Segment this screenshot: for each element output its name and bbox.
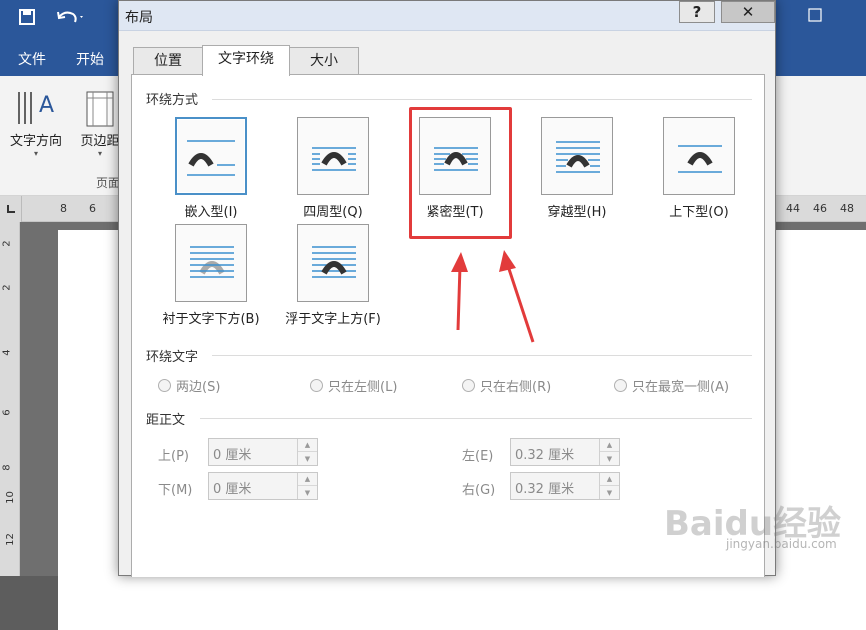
- distance-heading: 距正文: [146, 413, 186, 428]
- layout-dialog: 布局 ? ✕ 位置 文字环绕 大小 环绕方式 嵌入型(I) 四周型(Q) 紧密型…: [118, 0, 776, 577]
- distance-left-input[interactable]: 0.32 厘米 ▲ ▼: [510, 438, 620, 466]
- wrap-style-heading: 环绕方式: [146, 93, 199, 108]
- distance-top-label: 上(P): [158, 449, 189, 464]
- ruler-number: 10: [4, 491, 16, 504]
- wrap-option-label: 嵌入型(I): [184, 205, 238, 220]
- ruler-number: 8: [1, 464, 13, 471]
- distance-bottom-label: 下(M): [158, 483, 193, 498]
- radio-largest-only[interactable]: 只在最宽一侧(A): [614, 376, 729, 395]
- wrap-top-bottom-icon: [663, 117, 735, 195]
- wrap-option-label: 四周型(Q): [303, 205, 363, 220]
- tab-size[interactable]: 大小: [289, 47, 359, 75]
- chevron-down-icon: ▾: [33, 149, 38, 158]
- radio-label: 只在最宽一侧(A): [632, 380, 730, 395]
- spin-value: 0 厘米: [213, 482, 252, 497]
- menu-home[interactable]: 开始: [76, 49, 104, 69]
- spin-up-icon[interactable]: ▲: [298, 439, 317, 452]
- text-direction-label: 文字方向: [9, 134, 62, 149]
- distance-bottom-input[interactable]: 0 厘米 ▲ ▼: [208, 472, 318, 500]
- divider: [212, 99, 752, 100]
- ruler-number: 12: [4, 533, 16, 546]
- save-icon[interactable]: [18, 8, 36, 31]
- spin-value: 0.32 厘米: [515, 482, 575, 497]
- spin-up-icon[interactable]: ▲: [600, 439, 619, 452]
- wrap-option-label: 上下型(O): [669, 205, 729, 220]
- watermark-url: jingyan.baidu.com: [726, 537, 837, 551]
- spin-down-icon[interactable]: ▼: [600, 486, 619, 499]
- ruler-number: 8: [60, 202, 67, 215]
- distance-right-input[interactable]: 0.32 厘米 ▲ ▼: [510, 472, 620, 500]
- wrap-option-inline[interactable]: 嵌入型(I): [156, 117, 266, 220]
- distance-left-label: 左(E): [462, 449, 494, 464]
- radio-right-only[interactable]: 只在右侧(R): [462, 376, 551, 395]
- radio-left-only[interactable]: 只在左侧(L): [310, 376, 397, 395]
- spin-value: 0.32 厘米: [515, 448, 575, 463]
- radio-dot: [158, 379, 171, 392]
- wrap-option-in-front[interactable]: 浮于文字上方(F): [278, 224, 388, 327]
- ruler-number: 44: [786, 202, 800, 215]
- ruler-number: 46: [813, 202, 827, 215]
- spin-down-icon[interactable]: ▼: [600, 452, 619, 465]
- wrap-inline-icon: [175, 117, 247, 195]
- wrap-option-through[interactable]: 穿越型(H): [522, 117, 632, 220]
- ruler-number: 2: [1, 284, 13, 291]
- dialog-title: 布局: [125, 10, 153, 26]
- annotation-arrows: [451, 250, 535, 343]
- wrap-in-front-icon: [297, 224, 369, 302]
- text-direction-button[interactable]: A 文字方向 ▾: [6, 86, 66, 158]
- radio-label: 只在左侧(L): [328, 380, 398, 395]
- menu-file[interactable]: 文件: [18, 49, 46, 69]
- spin-down-icon[interactable]: ▼: [298, 486, 317, 499]
- wrap-behind-icon: [175, 224, 247, 302]
- wrap-option-label: 浮于文字上方(F): [285, 312, 381, 327]
- svg-text:A: A: [39, 93, 54, 118]
- help-button[interactable]: ?: [679, 1, 715, 23]
- radio-both-sides[interactable]: 两边(S): [158, 376, 220, 395]
- distance-top-input[interactable]: 0 厘米 ▲ ▼: [208, 438, 318, 466]
- wrap-through-icon: [541, 117, 613, 195]
- text-direction-icon: A: [6, 86, 66, 130]
- spin-up-icon[interactable]: ▲: [600, 473, 619, 486]
- wrap-option-square[interactable]: 四周型(Q): [278, 117, 388, 220]
- ruler-number: 6: [1, 409, 13, 416]
- radio-dot: [310, 379, 323, 392]
- spin-value: 0 厘米: [213, 448, 252, 463]
- tab-position[interactable]: 位置: [133, 47, 203, 75]
- tab-text-wrapping[interactable]: 文字环绕: [202, 45, 290, 76]
- ruler-number: 4: [1, 349, 13, 356]
- radio-dot: [614, 379, 627, 392]
- page-setup-group-label: 页面: [96, 176, 121, 190]
- spin-up-icon[interactable]: ▲: [298, 473, 317, 486]
- help-icon: ?: [692, 3, 702, 21]
- wrap-text-heading: 环绕文字: [146, 350, 199, 365]
- close-button[interactable]: ✕: [721, 1, 775, 23]
- radio-label: 两边(S): [176, 380, 221, 395]
- wrap-option-behind-text[interactable]: 衬于文字下方(B): [156, 224, 266, 327]
- wrap-option-label: 穿越型(H): [547, 205, 607, 220]
- divider: [200, 418, 752, 419]
- spin-down-icon[interactable]: ▼: [298, 452, 317, 465]
- wrap-square-icon: [297, 117, 369, 195]
- wrap-option-label: 衬于文字下方(B): [162, 312, 260, 327]
- dialog-title-bar[interactable]: 布局 ? ✕: [119, 1, 775, 31]
- radio-dot: [462, 379, 475, 392]
- ruler-number: 48: [840, 202, 854, 215]
- undo-icon[interactable]: [55, 8, 85, 31]
- tab-selector[interactable]: [0, 196, 22, 222]
- radio-label: 只在右侧(R): [480, 380, 552, 395]
- ruler-number: 6: [89, 202, 96, 215]
- wrap-option-top-bottom[interactable]: 上下型(O): [644, 117, 754, 220]
- ruler-number: 2: [1, 240, 13, 247]
- vertical-ruler: 2 2 4 6 8 10 12: [0, 222, 20, 576]
- divider: [212, 355, 752, 356]
- close-icon: ✕: [741, 3, 755, 21]
- restore-icon[interactable]: [808, 8, 822, 26]
- highlight-box: [409, 107, 512, 239]
- distance-right-label: 右(G): [462, 483, 496, 498]
